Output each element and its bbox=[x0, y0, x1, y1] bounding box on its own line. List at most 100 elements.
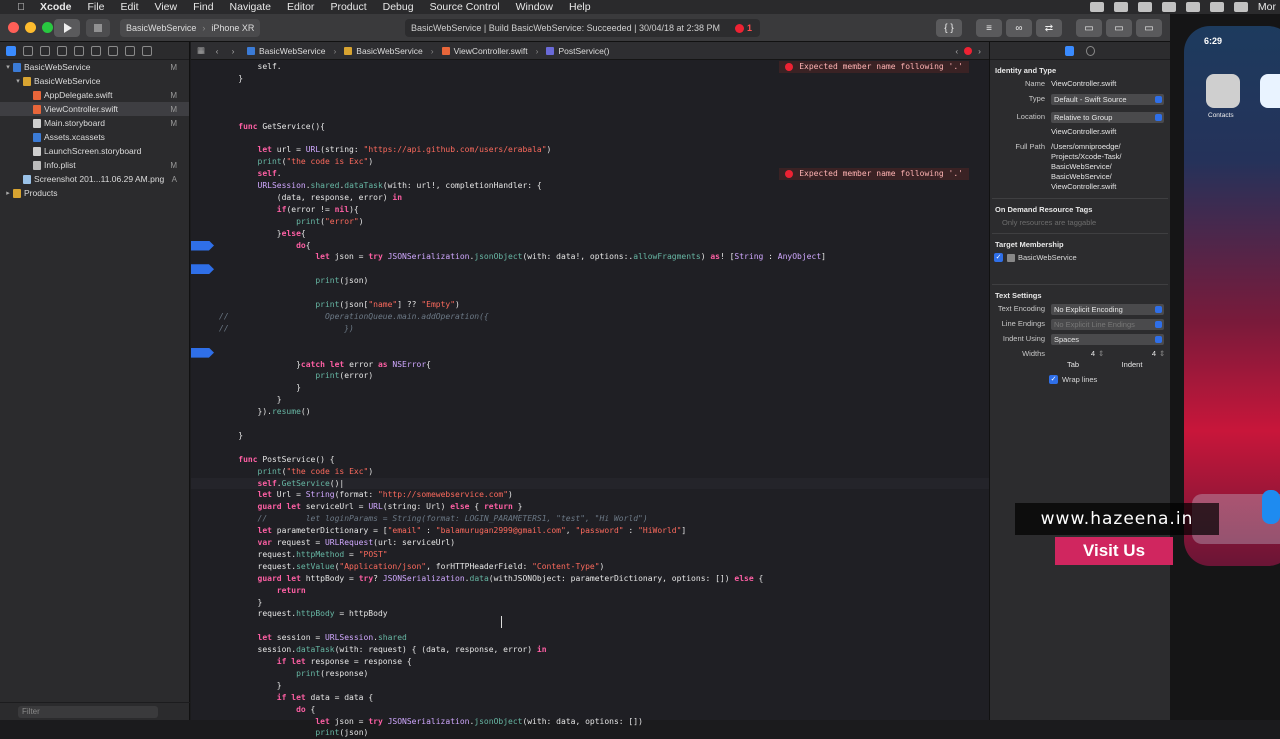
code-line[interactable]: if let response = response { bbox=[191, 656, 989, 668]
menu-help[interactable]: Help bbox=[569, 1, 591, 13]
code-line[interactable]: print(response) bbox=[191, 668, 989, 680]
indent-width-field[interactable]: 4 bbox=[1106, 349, 1156, 358]
code-line[interactable]: guard let httpBody = try? JSONSerializat… bbox=[191, 573, 989, 585]
code-line[interactable]: let Url = String(format: "http://someweb… bbox=[191, 489, 989, 501]
code-line[interactable]: let session = URLSession.shared bbox=[191, 632, 989, 644]
crumb-file[interactable]: ViewController.swift › bbox=[441, 46, 538, 56]
code-line[interactable]: do{ bbox=[191, 240, 989, 252]
standard-editor-button[interactable]: ≡ bbox=[976, 19, 1002, 37]
forward-icon[interactable]: › bbox=[227, 46, 239, 56]
breakpoint-icon[interactable] bbox=[125, 45, 135, 56]
code-line[interactable]: request.httpBody = httpBody bbox=[191, 608, 989, 620]
disclosure-open-icon[interactable]: ▾ bbox=[4, 63, 12, 71]
menu-view[interactable]: View bbox=[155, 1, 178, 13]
code-line[interactable]: var request = URLRequest(url: serviceUrl… bbox=[191, 537, 989, 549]
volume-icon[interactable] bbox=[1209, 2, 1224, 12]
target-checkbox[interactable]: ✓ bbox=[994, 253, 1003, 262]
upload-icon[interactable] bbox=[1161, 2, 1176, 12]
menu-source-control[interactable]: Source Control bbox=[430, 1, 500, 13]
extension-icon[interactable] bbox=[1113, 2, 1128, 12]
code-line[interactable]: } bbox=[191, 73, 989, 85]
toggle-debug-button[interactable]: ▭ bbox=[1106, 19, 1132, 37]
type-popup[interactable]: Default - Swift Source bbox=[1051, 94, 1164, 105]
nav-item[interactable]: ▾ BasicWebService M bbox=[0, 60, 189, 74]
code-line[interactable]: // }) bbox=[191, 323, 989, 335]
back-icon[interactable]: ‹ bbox=[211, 46, 223, 56]
code-line[interactable]: }else{ bbox=[191, 228, 989, 240]
nav-item[interactable]: ▸ Products bbox=[0, 186, 189, 200]
wifi-icon[interactable] bbox=[1185, 2, 1200, 12]
code-line[interactable]: } bbox=[191, 680, 989, 692]
tab-stepper[interactable]: ⇕ bbox=[1098, 349, 1106, 358]
nav-item[interactable]: AppDelegate.swift M bbox=[0, 88, 189, 102]
code-line[interactable]: print(json["name"] ?? "Empty") bbox=[191, 299, 989, 311]
code-line[interactable]: // OperationQueue.main.addOperation({ bbox=[191, 311, 989, 323]
code-line[interactable]: func PostService() { bbox=[191, 454, 989, 466]
file-inspector-icon[interactable] bbox=[1065, 45, 1074, 56]
code-line[interactable]: return bbox=[191, 585, 989, 597]
status-clock[interactable]: Mor bbox=[1258, 1, 1276, 13]
crumb-project[interactable]: BasicWebService › bbox=[247, 46, 336, 56]
code-line[interactable]: print(json) bbox=[191, 727, 989, 739]
menu-debug[interactable]: Debug bbox=[383, 1, 414, 13]
code-line[interactable]: let parameterDictionary = ["email" : "ba… bbox=[191, 525, 989, 537]
nav-item[interactable]: Assets.xcassets bbox=[0, 130, 189, 144]
code-line[interactable]: let json = try JSONSerialization.jsonObj… bbox=[191, 716, 989, 728]
symbol-icon[interactable] bbox=[40, 45, 50, 56]
location-popup[interactable]: Relative to Group bbox=[1051, 112, 1164, 123]
menu-app-name[interactable]: Xcode bbox=[40, 1, 72, 13]
disclosure-open-icon[interactable]: ▾ bbox=[14, 77, 22, 85]
nav-item[interactable]: ▾ BasicWebService bbox=[0, 74, 189, 88]
indent-stepper[interactable]: ⇕ bbox=[1159, 349, 1167, 358]
code-line[interactable]: // let loginParams = String(format: LOGI… bbox=[191, 513, 989, 525]
code-line[interactable]: print(error) bbox=[191, 370, 989, 382]
breakpoint-marker[interactable] bbox=[191, 347, 214, 358]
visit-us-button[interactable]: Visit Us bbox=[1055, 537, 1173, 565]
code-line[interactable]: session.dataTask(with: request) { (data,… bbox=[191, 644, 989, 656]
run-button[interactable] bbox=[54, 19, 80, 37]
stop-button[interactable] bbox=[86, 19, 110, 37]
crumb-folder[interactable]: BasicWebService › bbox=[344, 46, 434, 56]
code-line[interactable]: self.GetService()| bbox=[191, 477, 989, 490]
code-line[interactable]: } bbox=[191, 597, 989, 609]
code-line[interactable]: URLSession.shared.dataTask(with: url!, c… bbox=[191, 180, 989, 192]
name-field[interactable]: ViewController.swift bbox=[1051, 79, 1168, 88]
inline-error[interactable]: Expected member name following '.' bbox=[779, 61, 969, 73]
code-line[interactable]: request.setValue("Application/json", for… bbox=[191, 561, 989, 573]
nav-item[interactable]: Info.plist M bbox=[0, 158, 189, 172]
menu-find[interactable]: Find bbox=[193, 1, 213, 13]
code-area[interactable]: self. } func GetService(){ let url = URL… bbox=[191, 60, 989, 737]
cloud-icon[interactable] bbox=[1137, 2, 1152, 12]
filter-input[interactable]: Filter bbox=[18, 705, 158, 718]
safari-app-icon[interactable] bbox=[1262, 490, 1280, 524]
related-items-icon[interactable]: ▦ bbox=[195, 45, 207, 56]
code-line[interactable]: print("the code is Exc") bbox=[191, 466, 989, 478]
code-line[interactable]: do { bbox=[191, 704, 989, 716]
line-endings-popup[interactable]: No Explicit Line Endings bbox=[1051, 319, 1164, 330]
scheme-selector[interactable]: BasicWebService › iPhone XR bbox=[120, 19, 261, 37]
code-line[interactable]: let url = URL(string: "https://api.githu… bbox=[191, 144, 989, 156]
error-count-badge[interactable]: 1 bbox=[734, 23, 752, 33]
breakpoint-marker[interactable] bbox=[191, 264, 214, 275]
report-icon[interactable] bbox=[142, 45, 152, 56]
warning-icon[interactable] bbox=[74, 45, 84, 56]
code-line[interactable]: } bbox=[191, 394, 989, 406]
inline-error[interactable]: Expected member name following '.' bbox=[779, 168, 969, 181]
quick-help-icon[interactable] bbox=[1086, 45, 1095, 56]
folder-icon[interactable] bbox=[6, 45, 16, 56]
code-line[interactable]: func GetService(){ bbox=[191, 121, 989, 133]
code-line[interactable]: let json = try JSONSerialization.jsonObj… bbox=[191, 251, 989, 263]
close-window-icon[interactable] bbox=[8, 22, 19, 33]
previous-issue-icon[interactable]: ‹ bbox=[955, 46, 958, 56]
code-line[interactable]: guard let serviceUrl = URL(string: Url) … bbox=[191, 501, 989, 513]
encoding-popup[interactable]: No Explicit Encoding bbox=[1051, 304, 1164, 315]
assistant-editor-button[interactable]: ∞ bbox=[1006, 19, 1032, 37]
battery-icon[interactable] bbox=[1233, 2, 1248, 12]
nav-item[interactable]: LaunchScreen.storyboard bbox=[0, 144, 189, 158]
apple-icon[interactable]:  bbox=[14, 0, 28, 14]
menu-file[interactable]: File bbox=[88, 1, 105, 13]
toggle-navigator-button[interactable]: ▭ bbox=[1076, 19, 1102, 37]
code-line[interactable]: print(json) bbox=[191, 275, 989, 287]
library-button[interactable]: { } bbox=[936, 19, 962, 37]
code-line[interactable]: } bbox=[191, 382, 989, 394]
